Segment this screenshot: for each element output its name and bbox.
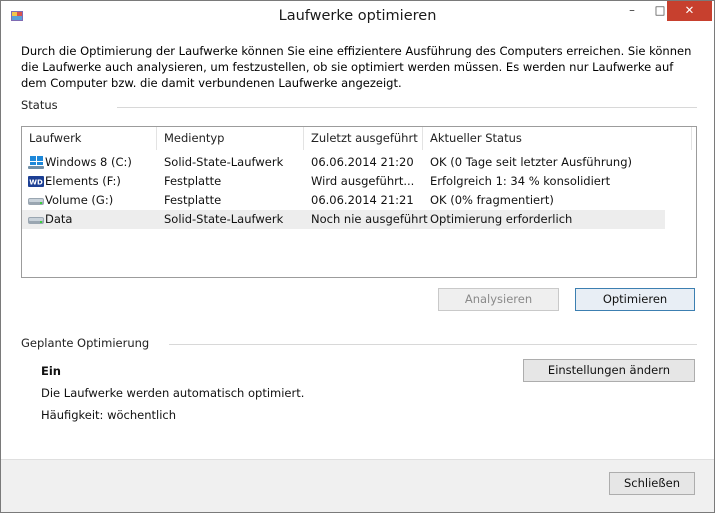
minimize-button[interactable]: – [619,1,645,21]
drive-status: Erfolgreich 1: 34 % konsolidiert [430,174,611,188]
drive-last-run: 06.06.2014 21:21 [311,193,414,207]
column-header-status[interactable]: Aktueller Status [423,127,692,150]
drive-status: OK (0% fragmentiert) [430,193,554,207]
drive-list[interactable]: Laufwerk Medientyp Zuletzt ausgeführt Ak… [21,126,697,278]
close-window-button[interactable]: ✕ [667,1,712,21]
schedule-description: Die Laufwerke werden automatisch optimie… [41,386,305,400]
close-button[interactable]: Schließen [609,472,695,495]
drive-row[interactable]: WD Elements (F:) Festplatte Wird ausgefü… [22,172,665,191]
drive-status: OK (0 Tage seit letzter Ausführung) [430,155,632,169]
column-header-drive[interactable]: Laufwerk [22,127,157,150]
schedule-separator [169,344,697,345]
drive-name: Data [45,212,73,226]
drive-last-run: Noch nie ausgeführt [311,212,428,226]
drive-row-selected[interactable]: Data Solid-State-Laufwerk Noch nie ausge… [22,210,665,229]
column-header-last-run[interactable]: Zuletzt ausgeführt [304,127,423,150]
footer-bar: Schließen [1,459,714,512]
wd-drive-icon: WD [28,176,44,187]
drive-last-run: Wird ausgeführt... [311,174,415,188]
hard-drive-icon [28,198,44,205]
drive-media-type: Solid-State-Laufwerk [164,212,284,226]
status-section-label: Status [21,98,58,112]
hard-drive-icon [28,217,44,224]
column-header-media[interactable]: Medientyp [157,127,304,150]
defrag-window: Laufwerke optimieren – □ ✕ Durch die Opt… [0,0,715,513]
drive-name: Windows 8 (C:) [45,155,132,169]
drive-row[interactable]: Windows 8 (C:) Solid-State-Laufwerk 06.0… [22,153,665,172]
drive-name: Elements (F:) [45,174,121,188]
drive-media-type: Solid-State-Laufwerk [164,155,284,169]
schedule-frequency: Häufigkeit: wöchentlich [41,408,177,422]
drive-name: Volume (G:) [45,193,114,207]
title-bar[interactable]: Laufwerke optimieren – □ ✕ [1,1,714,32]
schedule-section-label: Geplante Optimierung [21,336,150,350]
status-separator [117,107,697,108]
drive-media-type: Festplatte [164,193,222,207]
optimize-button[interactable]: Optimieren [575,288,695,311]
drive-media-type: Festplatte [164,174,222,188]
schedule-state: Ein [41,364,61,378]
window-title: Laufwerke optimieren [278,8,437,24]
svg-text:WD: WD [29,179,43,187]
analyze-button[interactable]: Analysieren [438,288,559,311]
drive-status: Optimierung erforderlich [430,212,573,226]
intro-text: Durch die Optimierung der Laufwerke könn… [21,44,692,90]
change-settings-button[interactable]: Einstellungen ändern [523,359,695,382]
drive-last-run: 06.06.2014 21:20 [311,155,414,169]
windows-drive-icon [28,156,44,169]
drive-row[interactable]: Volume (G:) Festplatte 06.06.2014 21:21 … [22,191,665,210]
